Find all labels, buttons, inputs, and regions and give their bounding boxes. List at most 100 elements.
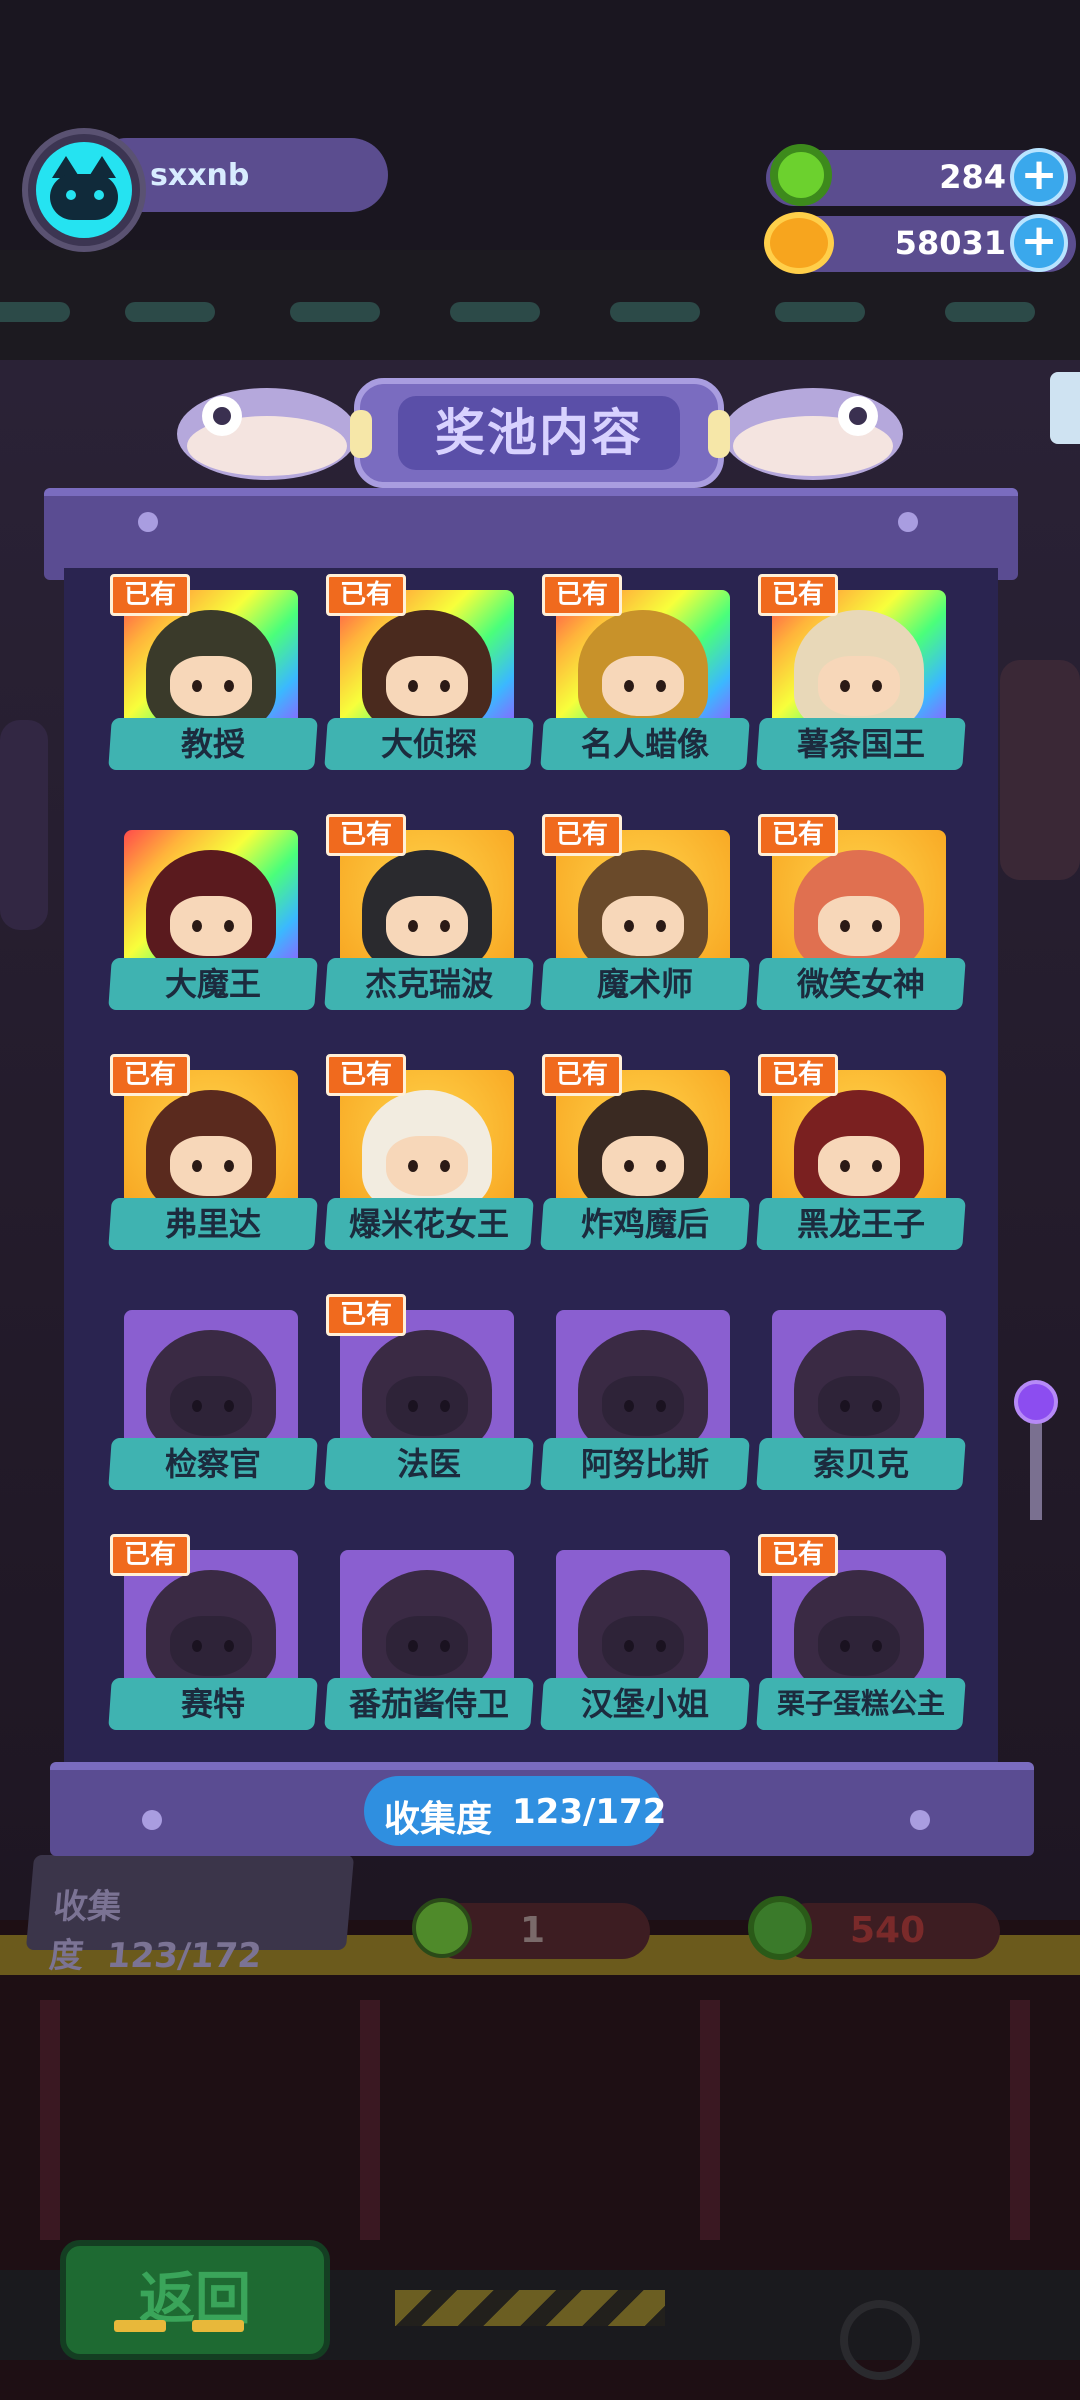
character-face bbox=[386, 656, 468, 716]
owned-badge: 已有 bbox=[110, 574, 190, 616]
character-face bbox=[602, 656, 684, 716]
character-portrait bbox=[362, 1090, 492, 1210]
character-eye bbox=[656, 1640, 666, 1652]
owned-badge: 已有 bbox=[326, 814, 406, 856]
gem-icon bbox=[748, 1896, 812, 1960]
character-eye bbox=[224, 1640, 234, 1652]
ceiling-light bbox=[290, 302, 380, 322]
character-eye bbox=[656, 1400, 666, 1412]
title-plate-cap bbox=[708, 410, 730, 458]
character-card[interactable]: 大魔王 bbox=[108, 830, 332, 1030]
avatar[interactable] bbox=[36, 142, 132, 238]
character-eye bbox=[624, 1160, 634, 1172]
character-card[interactable]: 弗里达 已有 bbox=[108, 1054, 332, 1270]
username: sxxnb bbox=[150, 158, 250, 193]
character-eye bbox=[656, 920, 666, 932]
character-card[interactable]: 索贝克 bbox=[756, 1310, 980, 1510]
character-eye bbox=[840, 680, 850, 692]
character-eye bbox=[192, 1640, 202, 1652]
character-eye bbox=[408, 920, 418, 932]
rivet bbox=[898, 512, 918, 532]
character-card[interactable]: 阿努比斯 bbox=[540, 1310, 764, 1510]
back-button[interactable]: 返回 bbox=[60, 2240, 330, 2360]
character-card[interactable]: 薯条国王 已有 bbox=[756, 574, 980, 790]
character-face bbox=[170, 896, 252, 956]
character-eye bbox=[656, 1160, 666, 1172]
lever-handle[interactable] bbox=[1014, 1380, 1058, 1424]
owned-badge: 已有 bbox=[758, 814, 838, 856]
character-name: 名人蜡像 bbox=[580, 725, 709, 763]
character-card[interactable]: 汉堡小姐 bbox=[540, 1550, 764, 1750]
ceiling-light bbox=[450, 302, 540, 322]
character-card[interactable]: 爆米花女王 已有 bbox=[324, 1054, 548, 1270]
character-card[interactable]: 炸鸡魔后 已有 bbox=[540, 1054, 764, 1270]
add-gems-button[interactable]: + bbox=[1010, 148, 1068, 206]
avatar-eye bbox=[94, 190, 104, 200]
character-card[interactable]: 栗子蛋糕公主 已有 bbox=[756, 1534, 980, 1750]
character-eye bbox=[840, 1400, 850, 1412]
character-card[interactable]: 黑龙王子 已有 bbox=[756, 1054, 980, 1270]
character-name: 栗子蛋糕公主 bbox=[776, 1687, 945, 1720]
character-name: 法医 bbox=[396, 1445, 461, 1483]
owned-badge: 已有 bbox=[326, 1294, 406, 1336]
character-portrait bbox=[362, 1330, 492, 1450]
character-eye bbox=[872, 1160, 882, 1172]
character-portrait bbox=[794, 1330, 924, 1450]
owned-badge: 已有 bbox=[758, 1054, 838, 1096]
character-name: 番茄酱侍卫 bbox=[348, 1685, 509, 1723]
character-card[interactable]: 微笑女神 已有 bbox=[756, 814, 980, 1030]
prize-pool-list[interactable]: 教授 已有 大侦探 已有 名人蜡像 已有 薯条国王 已有 大魔王 杰克瑞波 已有 魔术师 已有 微笑女神已… bbox=[64, 568, 998, 2332]
character-face bbox=[818, 656, 900, 716]
character-eye bbox=[624, 1640, 634, 1652]
character-portrait bbox=[578, 1570, 708, 1690]
character-name: 魔术师 bbox=[596, 965, 693, 1003]
scroll-indicator bbox=[114, 2320, 166, 2332]
side-tab-icon[interactable] bbox=[1050, 372, 1080, 444]
character-eye bbox=[840, 920, 850, 932]
character-card[interactable]: 教授 已有 bbox=[108, 574, 332, 790]
character-name: 弗里达 bbox=[164, 1205, 261, 1243]
owned-badge: 已有 bbox=[542, 574, 622, 616]
character-portrait bbox=[362, 1570, 492, 1690]
owned-badge: 已有 bbox=[110, 1534, 190, 1576]
character-eye bbox=[840, 1160, 850, 1172]
character-eye bbox=[224, 920, 234, 932]
avatar-eye bbox=[66, 190, 76, 200]
character-eye bbox=[440, 1640, 450, 1652]
character-name: 教授 bbox=[180, 725, 245, 763]
character-card[interactable]: 名人蜡像 已有 bbox=[540, 574, 764, 790]
character-card[interactable]: 赛特 已有 bbox=[108, 1534, 332, 1750]
character-name: 大魔王 bbox=[164, 965, 261, 1003]
hazard-stripe bbox=[395, 2290, 665, 2326]
character-card[interactable]: 大侦探 已有 bbox=[324, 574, 548, 790]
scroll-indicator bbox=[192, 2320, 244, 2332]
rivet bbox=[910, 1810, 930, 1830]
character-name: 赛特 bbox=[180, 1685, 245, 1723]
coins-count: 58031 bbox=[894, 224, 1006, 262]
character-name: 薯条国王 bbox=[796, 725, 925, 763]
character-eye bbox=[224, 1400, 234, 1412]
character-card[interactable]: 番茄酱侍卫 bbox=[324, 1550, 548, 1750]
owned-badge: 已有 bbox=[326, 574, 406, 616]
character-portrait bbox=[794, 610, 924, 730]
owned-badge: 已有 bbox=[542, 814, 622, 856]
left-fish-icon bbox=[177, 388, 357, 480]
character-eye bbox=[872, 920, 882, 932]
owned-badge: 已有 bbox=[326, 1054, 406, 1096]
character-card[interactable]: 检察官 bbox=[108, 1310, 332, 1510]
multi-draw-cost: 540 bbox=[850, 1910, 926, 1951]
character-portrait bbox=[146, 1330, 276, 1450]
character-face bbox=[170, 1376, 252, 1436]
bottom-round-button bbox=[840, 2300, 920, 2380]
character-card[interactable]: 法医 已有 bbox=[324, 1294, 548, 1510]
character-eye bbox=[440, 920, 450, 932]
owned-badge: 已有 bbox=[758, 1534, 838, 1576]
character-portrait bbox=[362, 850, 492, 970]
character-portrait bbox=[578, 1090, 708, 1210]
add-coins-button[interactable]: + bbox=[1010, 214, 1068, 272]
single-draw-cost: 1 bbox=[520, 1910, 546, 1951]
character-card[interactable]: 魔术师 已有 bbox=[540, 814, 764, 1030]
character-eye bbox=[408, 680, 418, 692]
character-card[interactable]: 杰克瑞波 已有 bbox=[324, 814, 548, 1030]
curtain bbox=[360, 2000, 380, 2240]
